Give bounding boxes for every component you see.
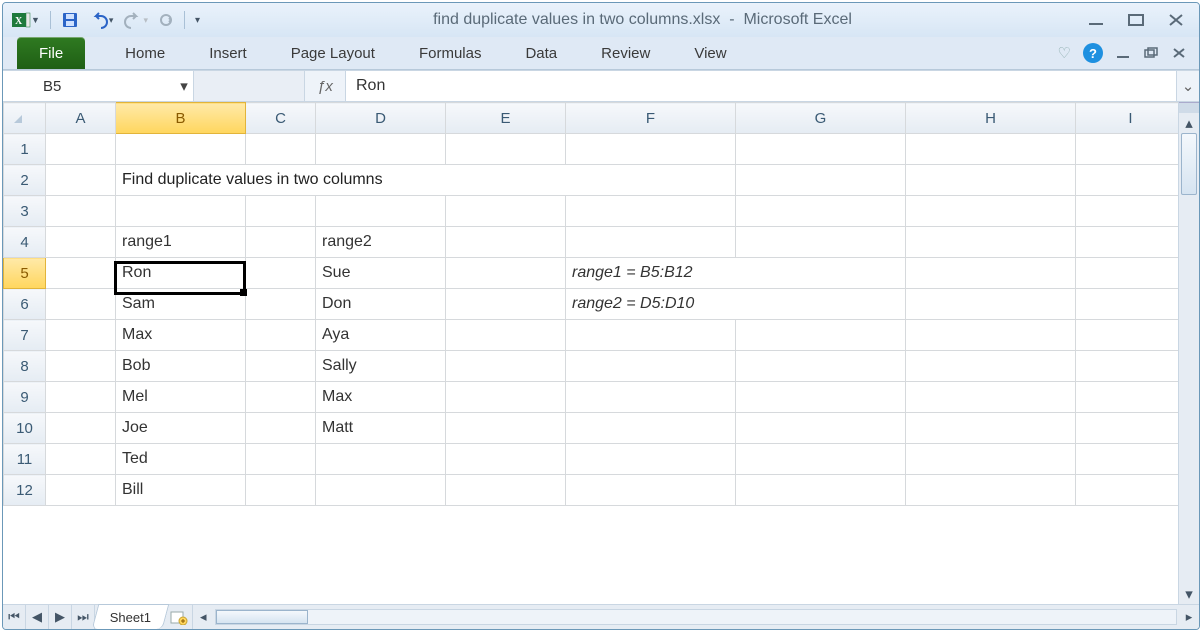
col-header-g[interactable]: G xyxy=(736,103,906,134)
row-header[interactable]: 8 xyxy=(4,351,46,382)
fx-icon[interactable]: ƒx xyxy=(305,71,346,101)
row-header[interactable]: 1 xyxy=(4,134,46,165)
cell[interactable]: Mel xyxy=(116,382,246,413)
app-window: X ▼ ▾ ▾ ▾ find duplicate values in two c… xyxy=(2,2,1200,630)
grid[interactable]: A B C D E F G H I 1 2 Find duplicate val… xyxy=(3,102,1178,604)
tab-review[interactable]: Review xyxy=(579,37,672,69)
col-header-c[interactable]: C xyxy=(246,103,316,134)
insert-sheet-icon[interactable] xyxy=(166,605,192,629)
workbook-close-icon[interactable] xyxy=(1171,47,1187,59)
formula-bar-row: B5 ▾ ƒx Ron ⌄ xyxy=(3,70,1199,102)
redo-icon[interactable]: ▾ xyxy=(121,9,150,31)
quick-access-toolbar: X ▼ ▾ ▾ ▾ xyxy=(9,9,202,31)
scroll-left-icon[interactable]: ◂ xyxy=(193,609,213,625)
cell[interactable]: Ted xyxy=(116,444,246,475)
name-box-dropdown-icon[interactable]: ▾ xyxy=(175,77,193,95)
col-header-h[interactable]: H xyxy=(906,103,1076,134)
svg-text:X: X xyxy=(15,16,23,27)
minimize-icon[interactable] xyxy=(1083,11,1109,29)
name-box-value: B5 xyxy=(3,78,175,95)
vertical-scrollbar[interactable]: ▴ ▾ xyxy=(1178,102,1199,604)
row-header[interactable]: 9 xyxy=(4,382,46,413)
col-header-e[interactable]: E xyxy=(446,103,566,134)
tab-nav-first-icon[interactable]: ⏮ xyxy=(3,605,26,629)
cell[interactable]: Sam xyxy=(116,289,246,320)
tab-data[interactable]: Data xyxy=(503,37,579,69)
select-all-corner[interactable] xyxy=(4,103,46,134)
col-header-f[interactable]: F xyxy=(566,103,736,134)
cell[interactable]: Aya xyxy=(316,320,446,351)
worksheet-area: A B C D E F G H I 1 2 Find duplicate val… xyxy=(3,102,1199,604)
window-controls xyxy=(1083,11,1193,29)
workbook-restore-icon[interactable] xyxy=(1143,47,1159,59)
sheet-tab-bar: ⏮ ◀ ▶ ⏭ Sheet1 ◂ ▸ xyxy=(3,604,1199,629)
cell[interactable]: range2 xyxy=(316,227,446,258)
repeat-icon[interactable] xyxy=(156,9,176,31)
scroll-right-icon[interactable]: ▸ xyxy=(1179,609,1199,625)
formula-bar-expand-icon[interactable]: ⌄ xyxy=(1176,71,1199,101)
row-header[interactable]: 5 xyxy=(4,258,46,289)
tab-formulas[interactable]: Formulas xyxy=(397,37,504,69)
tab-nav-next-icon[interactable]: ▶ xyxy=(49,605,72,629)
tab-nav-last-icon[interactable]: ⏭ xyxy=(72,605,95,629)
tab-nav-prev-icon[interactable]: ◀ xyxy=(26,605,49,629)
help-icon[interactable]: ? xyxy=(1083,43,1103,63)
cell[interactable]: Matt xyxy=(316,413,446,444)
cell[interactable]: Max xyxy=(316,382,446,413)
row-header[interactable]: 12 xyxy=(4,475,46,506)
cell[interactable]: Max xyxy=(116,320,246,351)
v-scroll-thumb[interactable] xyxy=(1181,133,1197,195)
col-header-i[interactable]: I xyxy=(1076,103,1179,134)
h-scroll-thumb[interactable] xyxy=(216,610,308,624)
save-icon[interactable] xyxy=(59,9,81,31)
cell[interactable]: Don xyxy=(316,289,446,320)
row-header[interactable]: 7 xyxy=(4,320,46,351)
close-icon[interactable] xyxy=(1163,11,1189,29)
sheet-tab[interactable]: Sheet1 xyxy=(92,604,170,629)
horizontal-scrollbar[interactable]: ◂ ▸ xyxy=(192,605,1199,629)
tab-insert[interactable]: Insert xyxy=(187,37,269,69)
row-header[interactable]: 2 xyxy=(4,165,46,196)
workbook-minimize-icon[interactable] xyxy=(1115,47,1131,59)
row-header[interactable]: 3 xyxy=(4,196,46,227)
col-header-a[interactable]: A xyxy=(46,103,116,134)
ribbon-minimize-arrow-icon[interactable]: ♡ xyxy=(1058,44,1071,62)
tab-view[interactable]: View xyxy=(672,37,748,69)
cell[interactable]: Sue xyxy=(316,258,446,289)
scroll-down-icon[interactable]: ▾ xyxy=(1179,584,1199,604)
cell[interactable]: Joe xyxy=(116,413,246,444)
window-title: find duplicate values in two columns.xls… xyxy=(202,11,1083,29)
name-box[interactable]: B5 ▾ xyxy=(3,71,194,101)
qat-customize-icon[interactable]: ▾ xyxy=(193,9,202,31)
tab-home[interactable]: Home xyxy=(103,37,187,69)
cell[interactable]: Sally xyxy=(316,351,446,382)
maximize-icon[interactable] xyxy=(1123,11,1149,29)
excel-icon[interactable]: X ▼ xyxy=(9,9,42,31)
annotation: range1 = B5:B12 xyxy=(566,258,906,289)
formula-input[interactable]: Ron xyxy=(346,71,1176,101)
ribbon-tabs: File Home Insert Page Layout Formulas Da… xyxy=(3,37,1199,70)
title-bar: X ▼ ▾ ▾ ▾ find duplicate values in two c… xyxy=(3,3,1199,37)
cell[interactable]: Ron xyxy=(116,258,246,289)
cell[interactable]: Bill xyxy=(116,475,246,506)
undo-icon[interactable]: ▾ xyxy=(87,9,116,31)
row-header[interactable]: 6 xyxy=(4,289,46,320)
col-header-d[interactable]: D xyxy=(316,103,446,134)
cell[interactable]: Bob xyxy=(116,351,246,382)
tab-page-layout[interactable]: Page Layout xyxy=(269,37,397,69)
file-tab[interactable]: File xyxy=(17,37,85,69)
row-header[interactable]: 4 xyxy=(4,227,46,258)
sheet-title: Find duplicate values in two columns xyxy=(116,165,736,196)
col-header-b[interactable]: B xyxy=(116,103,246,134)
v-split-handle[interactable] xyxy=(1179,102,1199,113)
cell[interactable]: range1 xyxy=(116,227,246,258)
row-header[interactable]: 11 xyxy=(4,444,46,475)
row-header[interactable]: 10 xyxy=(4,413,46,444)
scroll-up-icon[interactable]: ▴ xyxy=(1179,113,1199,133)
annotation: range2 = D5:D10 xyxy=(566,289,906,320)
